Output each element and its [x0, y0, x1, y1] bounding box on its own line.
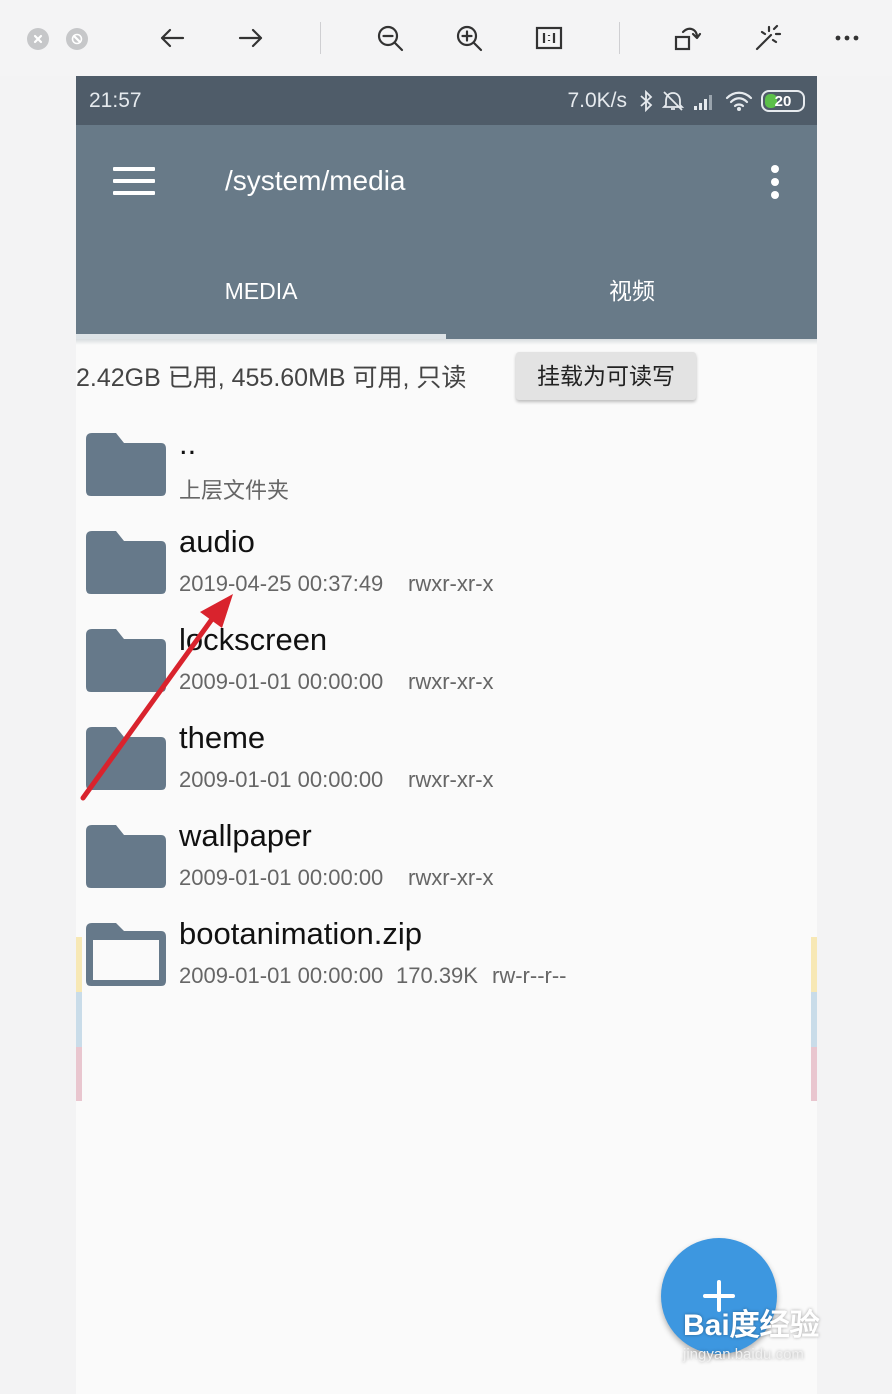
minimize-icon[interactable] [66, 28, 88, 50]
folder-icon [86, 727, 166, 790]
list-item[interactable]: lockscreen 2009-01-01 00:00:00 rwxr-xr-x [76, 622, 817, 722]
file-permissions: rw-r--r-- [492, 963, 567, 988]
file-name: theme [179, 720, 266, 755]
folder-icon [86, 433, 166, 496]
current-path: /system/media [225, 165, 406, 196]
file-permissions: rwxr-xr-x [408, 571, 494, 596]
file-subtitle: 上层文件夹 [179, 478, 290, 503]
file-name: lockscreen [179, 622, 328, 657]
zoom-out-icon[interactable] [370, 18, 410, 58]
edge-stripe [811, 1047, 817, 1101]
battery-icon: 20 [761, 90, 805, 112]
alarm-off-icon [661, 91, 685, 111]
mount-read-write-button[interactable]: 挂载为可读写 [516, 352, 696, 400]
toolbar-divider [320, 22, 321, 54]
edge-stripe [76, 937, 82, 992]
viewer-toolbar [0, 0, 892, 76]
storage-info: 2.42GB 已用, 455.60MB 可用, 只读 [76, 364, 467, 392]
file-icon [86, 923, 166, 986]
bluetooth-icon [640, 90, 653, 112]
file-name: .. [179, 426, 197, 461]
back-arrow-icon[interactable] [152, 18, 192, 58]
signal-icon [694, 95, 712, 110]
file-permissions: rwxr-xr-x [408, 669, 494, 694]
file-name: bootanimation.zip [179, 916, 422, 951]
edge-stripe [76, 1047, 82, 1101]
file-permissions: rwxr-xr-x [408, 865, 494, 890]
toolbar-divider [619, 22, 620, 54]
watermark-url: jingyan.baidu.com [683, 1346, 804, 1363]
forward-arrow-icon[interactable] [231, 18, 271, 58]
phone-screen: 21:57 7.0K/s 20 /system/media MEDIA 视频 2… [76, 76, 817, 1394]
tab-media[interactable]: MEDIA [76, 261, 446, 339]
tab-video[interactable]: 视频 [447, 261, 817, 339]
watermark-brand: Bai度经验 [683, 1309, 820, 1342]
list-item[interactable]: audio 2019-04-25 00:37:49 rwxr-xr-x [76, 524, 817, 624]
file-permissions: rwxr-xr-x [408, 767, 494, 792]
edge-stripe [811, 937, 817, 992]
overflow-menu-icon[interactable] [769, 165, 781, 205]
file-date: 2009-01-01 00:00:00 [179, 963, 384, 988]
file-date: 2009-01-01 00:00:00 [179, 669, 384, 694]
list-item[interactable]: theme 2009-01-01 00:00:00 rwxr-xr-x [76, 720, 817, 820]
network-speed: 7.0K/s [567, 89, 627, 112]
status-bar: 21:57 7.0K/s 20 [76, 76, 817, 125]
file-size: 170.39K [396, 963, 478, 988]
edge-stripe [76, 992, 82, 1047]
status-time: 21:57 [89, 89, 142, 112]
battery-level: 20 [774, 92, 792, 110]
baidu-watermark: Bai度经验 jingyan.baidu.com [683, 1300, 820, 1363]
folder-icon [86, 531, 166, 594]
status-icons: 20 [639, 87, 805, 115]
close-icon[interactable] [27, 28, 49, 50]
hamburger-menu-icon[interactable] [113, 167, 155, 199]
wifi-icon [725, 91, 753, 111]
actual-size-icon[interactable] [529, 18, 569, 58]
app-bar: /system/media MEDIA 视频 [76, 125, 817, 339]
folder-icon [86, 629, 166, 692]
file-name: audio [179, 524, 255, 559]
edge-stripe [811, 992, 817, 1047]
more-icon[interactable] [827, 18, 867, 58]
rotate-icon[interactable] [667, 18, 707, 58]
list-item[interactable]: bootanimation.zip 2009-01-01 00:00:00 17… [76, 916, 817, 1016]
zoom-in-icon[interactable] [449, 18, 489, 58]
magic-wand-icon[interactable] [747, 18, 787, 58]
file-date: 2009-01-01 00:00:00 [179, 865, 384, 890]
list-item[interactable]: .. 上层文件夹 [76, 426, 817, 526]
list-item[interactable]: wallpaper 2009-01-01 00:00:00 rwxr-xr-x [76, 818, 817, 918]
file-date: 2009-01-01 00:00:00 [179, 767, 384, 792]
file-date: 2019-04-25 00:37:49 [179, 571, 384, 596]
folder-icon [86, 825, 166, 888]
file-name: wallpaper [179, 818, 312, 853]
app-bar-shadow [76, 339, 817, 345]
